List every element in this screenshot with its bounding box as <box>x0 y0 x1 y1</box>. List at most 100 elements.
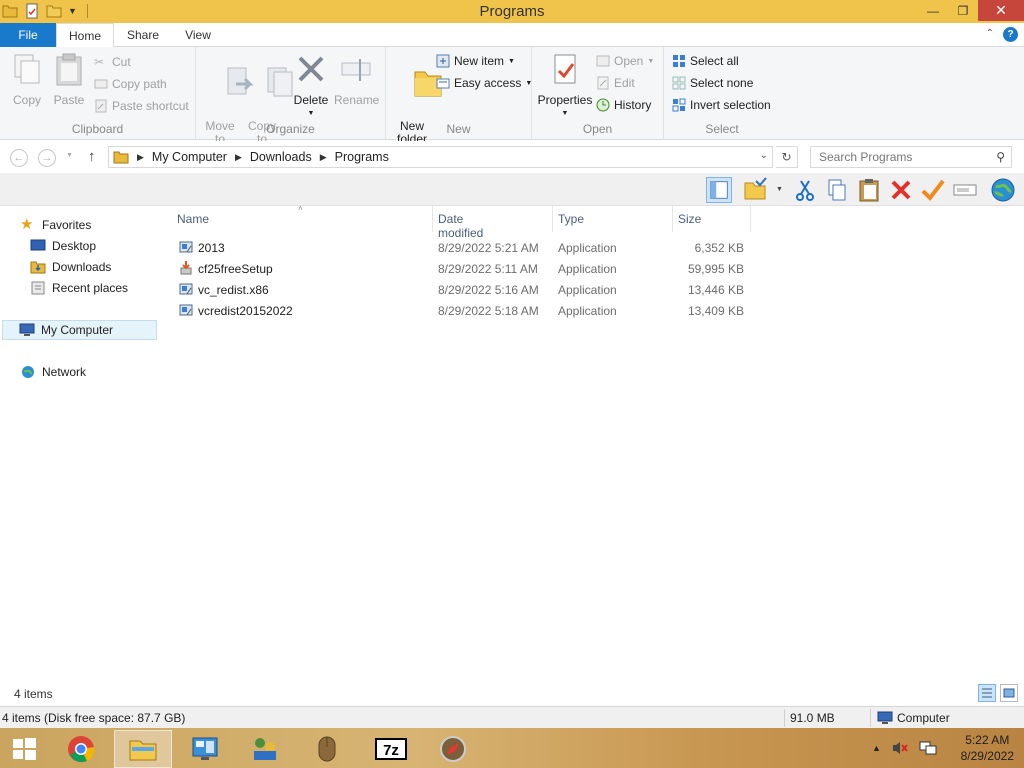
window-title: Programs <box>479 3 545 20</box>
address-bar[interactable]: ▶ My Computer ▶ Downloads ▶ Programs ⌄ <box>108 146 773 168</box>
item-count: 4 items <box>14 687 53 701</box>
nav-my-computer[interactable]: My Computer <box>2 320 157 340</box>
ribbon-tabs: File Home Share View ⌃ ? <box>0 23 1024 48</box>
properties-icon <box>554 54 576 84</box>
taskbar-remote-desktop[interactable] <box>176 730 234 768</box>
open-label: Open <box>614 54 644 68</box>
chevron-right-icon[interactable]: ▶ <box>320 152 327 163</box>
rename-icon[interactable] <box>952 177 978 203</box>
start-button[interactable] <box>0 730 48 768</box>
globe-icon[interactable] <box>990 177 1016 203</box>
properties-label: Properties <box>537 93 593 107</box>
nav-desktop[interactable]: Desktop <box>30 236 96 256</box>
column-divider[interactable] <box>672 206 673 232</box>
new-label: New <box>446 122 471 136</box>
history-button[interactable]: History <box>596 96 651 114</box>
nav-downloads[interactable]: Downloads <box>30 257 111 277</box>
preview-pane-icon[interactable] <box>706 177 732 203</box>
column-type[interactable]: Type <box>558 212 584 226</box>
cut-button[interactable]: ✂ Cut <box>94 53 131 71</box>
copy-button[interactable]: Copy <box>8 53 46 107</box>
copy-path-icon <box>94 79 108 89</box>
nav-recent-places[interactable]: Recent places <box>30 278 128 298</box>
chevron-up-icon[interactable]: ⌃ <box>986 28 994 39</box>
copy-icon[interactable] <box>824 177 850 203</box>
file-row[interactable]: cf25freeSetup 8/29/2022 5:11 AM Applicat… <box>176 258 756 279</box>
taskbar-compass-app[interactable] <box>424 730 482 768</box>
forward-button[interactable]: → <box>38 149 56 167</box>
nav-network[interactable]: Network <box>20 362 86 382</box>
breadcrumb-programs[interactable]: Programs <box>335 150 389 164</box>
paste-button[interactable]: Paste <box>50 53 88 107</box>
history-label: History <box>614 98 652 112</box>
select-all-button[interactable]: Select all <box>672 52 739 70</box>
tab-home[interactable]: Home <box>56 23 114 48</box>
taskbar-7zip[interactable]: 7z <box>362 730 420 768</box>
tab-share[interactable]: Share <box>114 23 172 47</box>
network-status-icon[interactable] <box>919 740 937 756</box>
rename-button[interactable]: Rename <box>334 53 379 107</box>
refresh-button[interactable]: ↻ <box>776 146 798 168</box>
sort-ascending-icon: ˄ <box>298 204 303 213</box>
file-date: 8/29/2022 5:21 AM <box>438 241 539 255</box>
search-input[interactable]: Search Programs ⚲ <box>810 146 1012 168</box>
back-button[interactable]: ← <box>10 149 28 167</box>
paste-icon[interactable] <box>856 177 882 203</box>
nav-favorites[interactable]: ★ Favorites <box>20 215 91 235</box>
clock[interactable]: 5:22 AM 8/29/2022 <box>961 732 1014 764</box>
column-divider[interactable] <box>750 206 751 232</box>
close-button[interactable]: ✕ <box>978 0 1024 21</box>
column-divider[interactable] <box>432 206 433 232</box>
checkmark-icon[interactable] <box>920 177 946 203</box>
tab-view[interactable]: View <box>172 23 224 47</box>
delete-button[interactable]: Delete ▼ <box>292 53 330 120</box>
select-none-button[interactable]: Select none <box>672 74 753 92</box>
new-item-button[interactable]: New item ▼ <box>436 52 515 70</box>
clock-time: 5:22 AM <box>965 733 1010 747</box>
delete-x-icon <box>298 56 324 82</box>
taskbar-mouse-app[interactable] <box>298 730 356 768</box>
folder-options-icon[interactable] <box>742 177 768 203</box>
taskbar-file-explorer[interactable] <box>114 730 172 768</box>
delete-x-icon[interactable] <box>888 177 914 203</box>
nav-recent-places-label: Recent places <box>52 281 129 295</box>
chevron-down-icon[interactable]: ▼ <box>776 186 783 193</box>
file-row[interactable]: vcredist20152022 8/29/2022 5:18 AM Appli… <box>176 300 756 321</box>
copy-path-button[interactable]: Copy path <box>94 75 167 93</box>
tab-file[interactable]: File <box>0 23 56 47</box>
open-button[interactable]: Open ▼ <box>596 52 654 70</box>
column-size[interactable]: Size <box>678 212 701 226</box>
details-view-button[interactable] <box>978 684 996 702</box>
column-date-modified[interactable]: Date modified <box>438 212 483 240</box>
recent-locations-chevron-icon[interactable]: ▼ <box>66 152 73 159</box>
chevron-right-icon[interactable]: ▶ <box>235 152 242 163</box>
open-label-group: Open <box>582 122 613 136</box>
large-icons-view-button[interactable] <box>1000 684 1018 702</box>
taskbar-chrome[interactable] <box>52 730 110 768</box>
breadcrumb-downloads[interactable]: Downloads <box>250 150 312 164</box>
speaker-muted-icon[interactable] <box>891 740 909 756</box>
show-hidden-icons-chevron-icon[interactable]: ▲ <box>872 743 881 753</box>
file-row[interactable]: 2013 8/29/2022 5:21 AM Application 6,352… <box>176 237 756 258</box>
maximize-button[interactable]: ❐ <box>948 0 978 21</box>
invert-selection-button[interactable]: Invert selection <box>672 96 771 114</box>
select-label: Select <box>705 122 739 136</box>
chevron-right-icon[interactable]: ▶ <box>137 152 144 163</box>
paste-shortcut-button[interactable]: Paste shortcut <box>94 97 189 115</box>
setup-icon <box>180 261 192 275</box>
new-group: New folder New item ▼ Easy access ▼ New <box>386 47 532 146</box>
edit-button[interactable]: Edit <box>596 74 635 92</box>
scissors-icon[interactable] <box>792 177 818 203</box>
minimize-button[interactable]: — <box>918 0 948 21</box>
taskbar-network-app[interactable] <box>236 730 294 768</box>
column-divider[interactable] <box>552 206 553 232</box>
help-button[interactable]: ? <box>1003 27 1018 42</box>
easy-access-button[interactable]: Easy access ▼ <box>436 74 532 92</box>
breadcrumb-my-computer[interactable]: My Computer <box>152 150 227 164</box>
chevron-down-icon[interactable]: ⌄ <box>760 150 768 161</box>
file-row[interactable]: vc_redist.x86 8/29/2022 5:16 AM Applicat… <box>176 279 756 300</box>
column-name[interactable]: Name <box>177 212 209 226</box>
search-icon[interactable]: ⚲ <box>996 150 1005 164</box>
up-arrow-icon[interactable]: ↑ <box>88 148 96 165</box>
properties-button[interactable]: Properties ▼ <box>536 53 594 120</box>
